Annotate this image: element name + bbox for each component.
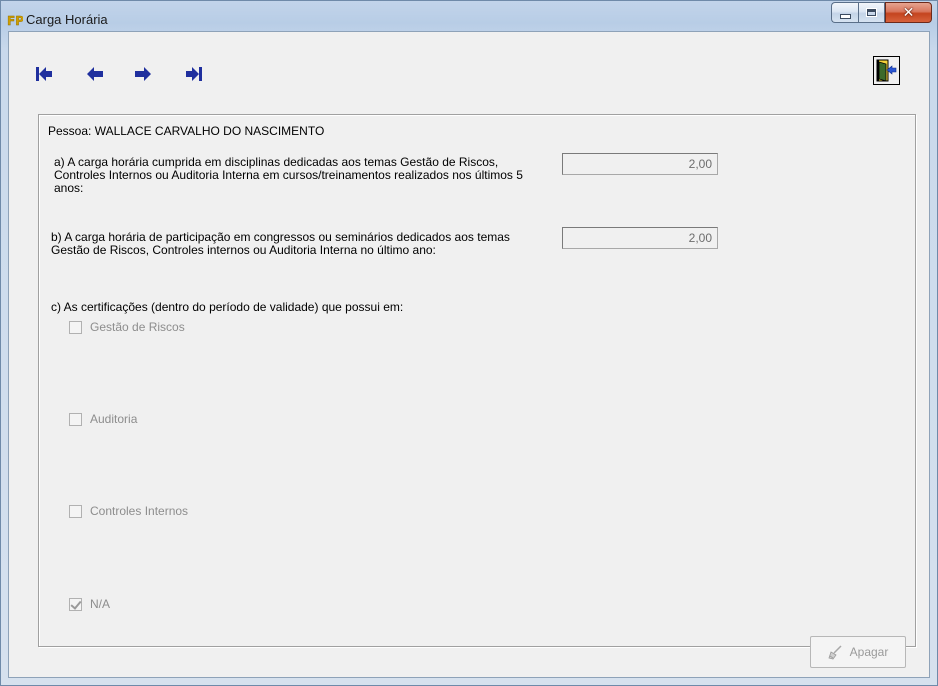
workload-congress-field[interactable]: 2,00: [562, 227, 718, 249]
exit-door-icon: [876, 59, 897, 82]
question-a-label: a) A carga horária cumprida em disciplin…: [54, 155, 523, 195]
maximize-button[interactable]: [858, 2, 885, 23]
delete-button[interactable]: Apagar: [810, 636, 906, 668]
broom-icon: [828, 644, 844, 660]
client-area: Pessoa: WALLACE CARVALHO DO NASCIMENTO a…: [8, 31, 930, 678]
previous-record-button[interactable]: [85, 64, 105, 84]
person-label: Pessoa: WALLACE CARVALHO DO NASCIMENTO: [48, 124, 325, 138]
first-arrow-icon: [36, 67, 52, 81]
right-arrow-icon: [135, 67, 151, 81]
minimize-icon: [839, 13, 851, 19]
checkbox-label: Auditoria: [90, 412, 138, 426]
main-window: FP Carga Horária ✕ Pessoa: WALLACE CARVA…: [0, 0, 938, 686]
checkbox-label: N/A: [90, 597, 111, 611]
first-record-button[interactable]: [34, 64, 54, 84]
checkbox-label: Controles Internos: [90, 504, 189, 518]
question-c-label: c) As certificações (dentro do período d…: [51, 300, 404, 314]
left-arrow-icon: [87, 67, 103, 81]
form-panel: Pessoa: WALLACE CARVALHO DO NASCIMENTO a…: [38, 114, 916, 647]
checkbox-box[interactable]: [69, 412, 82, 426]
close-icon: ✕: [902, 4, 915, 21]
checkbox-auditoria[interactable]: Auditoria: [69, 412, 137, 426]
toolbar: [9, 32, 929, 102]
window-title: Carga Horária: [26, 12, 108, 27]
checkbox-box[interactable]: [69, 504, 82, 518]
caption-buttons: ✕: [831, 2, 932, 23]
minimize-button[interactable]: [831, 2, 858, 23]
checkbox-na[interactable]: N/A: [69, 597, 110, 611]
next-record-button[interactable]: [133, 64, 153, 84]
app-icon: FP: [7, 12, 25, 28]
checkbox-gestao-riscos[interactable]: Gestão de Riscos: [69, 320, 185, 334]
workload-courses-field[interactable]: 2,00: [562, 153, 718, 175]
question-b-label: b) A carga horária de participação em co…: [51, 230, 510, 257]
checkbox-label: Gestão de Riscos: [90, 320, 185, 334]
maximize-icon: [866, 8, 877, 17]
last-arrow-icon: [186, 67, 202, 81]
checkbox-box[interactable]: [69, 320, 82, 334]
checkbox-controles-internos[interactable]: Controles Internos: [69, 504, 188, 518]
last-record-button[interactable]: [184, 64, 204, 84]
delete-button-label: Apagar: [849, 645, 889, 659]
exit-button[interactable]: [873, 56, 900, 85]
svg-text:FP: FP: [7, 14, 23, 28]
checkbox-box-checked[interactable]: [69, 597, 82, 611]
close-button[interactable]: ✕: [885, 2, 932, 23]
